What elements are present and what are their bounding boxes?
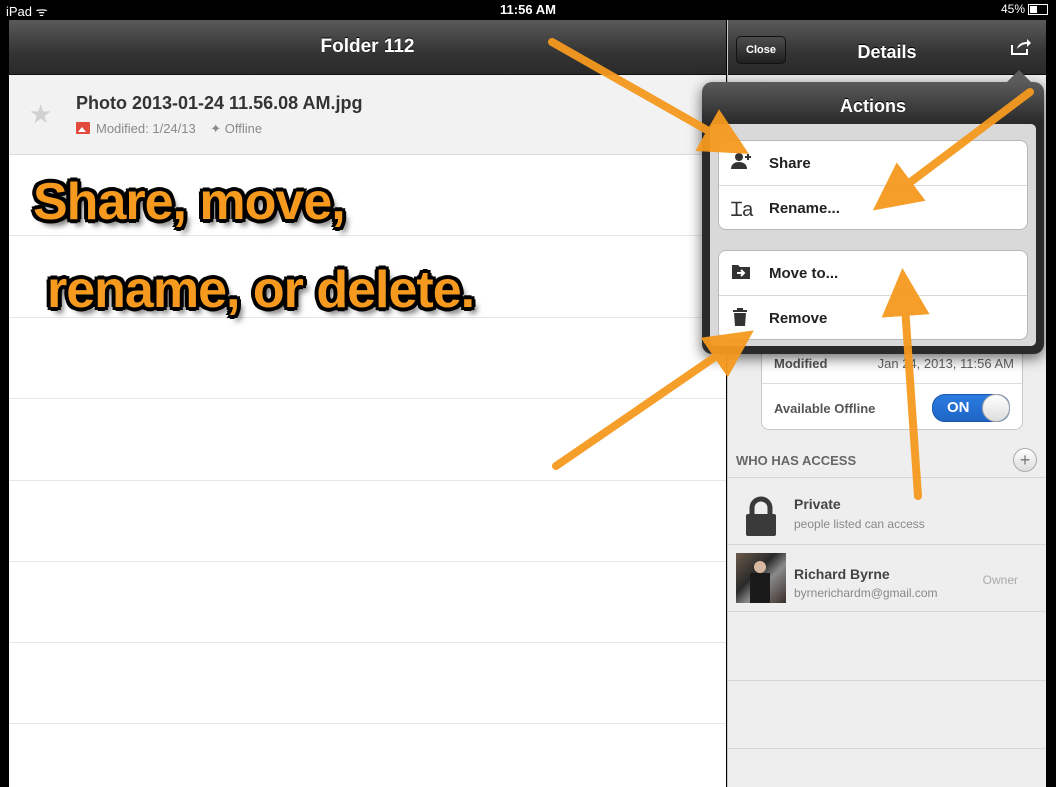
action-group-2: Move to... Remove	[718, 250, 1028, 340]
private-title: Private	[794, 496, 841, 512]
list-divider	[9, 561, 726, 562]
action-group-1: Share Ɪa Rename...	[718, 140, 1028, 230]
folder-navbar: Folder 112	[9, 20, 726, 75]
move-label: Move to...	[769, 265, 839, 282]
access-header: WHO HAS ACCESS	[736, 453, 857, 468]
rename-menu-item[interactable]: Ɪa Rename...	[719, 185, 1027, 230]
list-divider	[9, 235, 726, 236]
row-divider	[728, 748, 1046, 749]
avatar-body	[750, 573, 770, 603]
file-offline: Offline	[224, 121, 263, 136]
offline-toggle[interactable]: ON	[932, 394, 1010, 422]
remove-menu-item[interactable]: Remove	[719, 295, 1027, 340]
offline-label: Available Offline	[774, 401, 876, 416]
move-folder-icon	[731, 262, 753, 282]
rename-label: Rename...	[769, 200, 840, 217]
folder-title: Folder 112	[320, 36, 415, 57]
image-icon	[76, 122, 90, 134]
add-access-button[interactable]: +	[1013, 448, 1037, 472]
share-action-icon[interactable]	[1010, 38, 1032, 62]
row-divider	[728, 611, 1046, 612]
add-person-icon	[731, 152, 753, 172]
person-name: Richard Byrne	[794, 566, 890, 582]
battery-icon	[1028, 4, 1048, 16]
overlay-caption-line2: rename, or delete.	[47, 261, 475, 319]
modified-label: Modified	[774, 356, 828, 371]
avatar	[736, 553, 786, 603]
lock-icon	[744, 496, 778, 536]
popover-arrow	[1007, 70, 1031, 82]
list-divider	[9, 480, 726, 481]
file-name: Photo 2013-01-24 11.56.08 AM.jpg	[76, 93, 363, 113]
star-icon[interactable]: ★	[29, 99, 52, 130]
popover-title: Actions	[839, 96, 906, 116]
list-divider	[9, 723, 726, 724]
modified-value: Jan 24, 2013, 11:56 AM	[877, 356, 1014, 371]
overlay-caption-line1: Share, move,	[33, 173, 346, 231]
status-bar: iPad ᯤ 11:56 AM 45%	[0, 0, 1056, 20]
private-subtitle: people listed can access	[794, 517, 925, 531]
toggle-knob	[982, 394, 1010, 422]
actions-popover: Actions Share Ɪa Rename... Move to... Re…	[702, 70, 1044, 354]
card-divider	[762, 383, 1022, 384]
remove-label: Remove	[769, 310, 828, 327]
move-menu-item[interactable]: Move to...	[719, 251, 1027, 295]
status-time: 11:56 AM	[500, 2, 556, 17]
list-divider	[9, 398, 726, 399]
row-divider	[728, 680, 1046, 681]
file-row[interactable]: ★ Photo 2013-01-24 11.56.08 AM.jpg Modif…	[9, 75, 726, 155]
details-title: Details	[857, 42, 917, 62]
share-label: Share	[769, 155, 811, 172]
file-modified: Modified: 1/24/13	[96, 121, 196, 136]
details-navbar: Close Details	[728, 20, 1046, 75]
person-role: Owner	[982, 573, 1018, 587]
section-divider	[728, 477, 1046, 478]
person-email: byrnerichardm@gmail.com	[794, 586, 938, 600]
battery-indicator: 45%	[1001, 2, 1048, 16]
trash-icon	[731, 307, 753, 327]
file-list-pane: Folder 112 ★ Photo 2013-01-24 11.56.08 A…	[9, 20, 726, 787]
popover-body: Share Ɪa Rename... Move to... Remove	[710, 124, 1036, 346]
list-divider	[9, 642, 726, 643]
text-cursor-icon: Ɪa	[731, 199, 754, 221]
row-divider	[728, 544, 1046, 545]
pin-icon: ✦	[210, 121, 222, 136]
share-menu-item[interactable]: Share	[719, 141, 1027, 185]
file-meta: Modified: 1/24/13 ✦ Offline	[76, 121, 262, 137]
toggle-label: ON	[947, 399, 970, 416]
avatar-face	[754, 561, 766, 573]
